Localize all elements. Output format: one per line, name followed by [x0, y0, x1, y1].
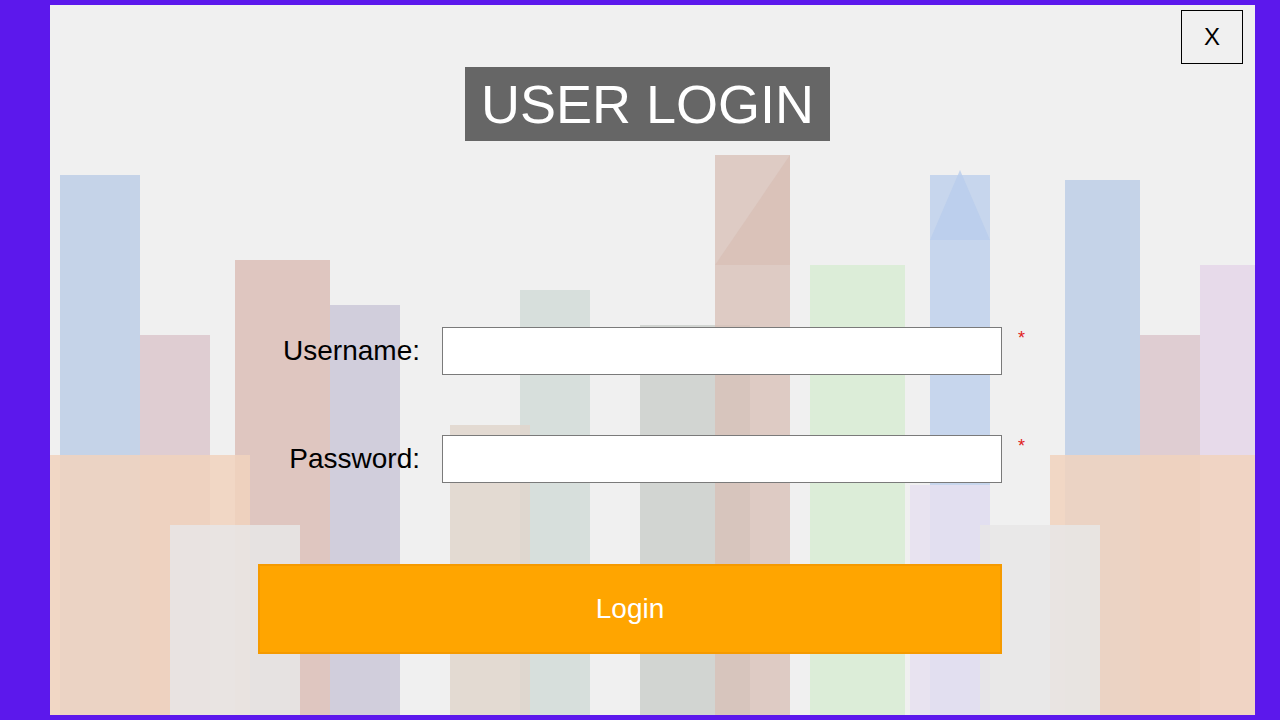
field-label: Password: [50, 435, 420, 483]
close-button[interactable]: X [1181, 10, 1243, 64]
required-mark: * [1018, 329, 1025, 347]
username-input[interactable] [442, 327, 1002, 375]
password-input[interactable] [442, 435, 1002, 483]
field-row: Password: * [50, 435, 1255, 483]
field-row: Username: * [50, 327, 1255, 375]
login-button[interactable]: Login [258, 564, 1002, 654]
required-mark: * [1018, 437, 1025, 455]
title: USER LOGIN [465, 67, 830, 141]
field-label: Username: [50, 327, 420, 375]
screen: X USER LOGIN Username: * Password: * Login [0, 0, 1280, 720]
login-window: X USER LOGIN Username: * Password: * Login [50, 5, 1255, 715]
